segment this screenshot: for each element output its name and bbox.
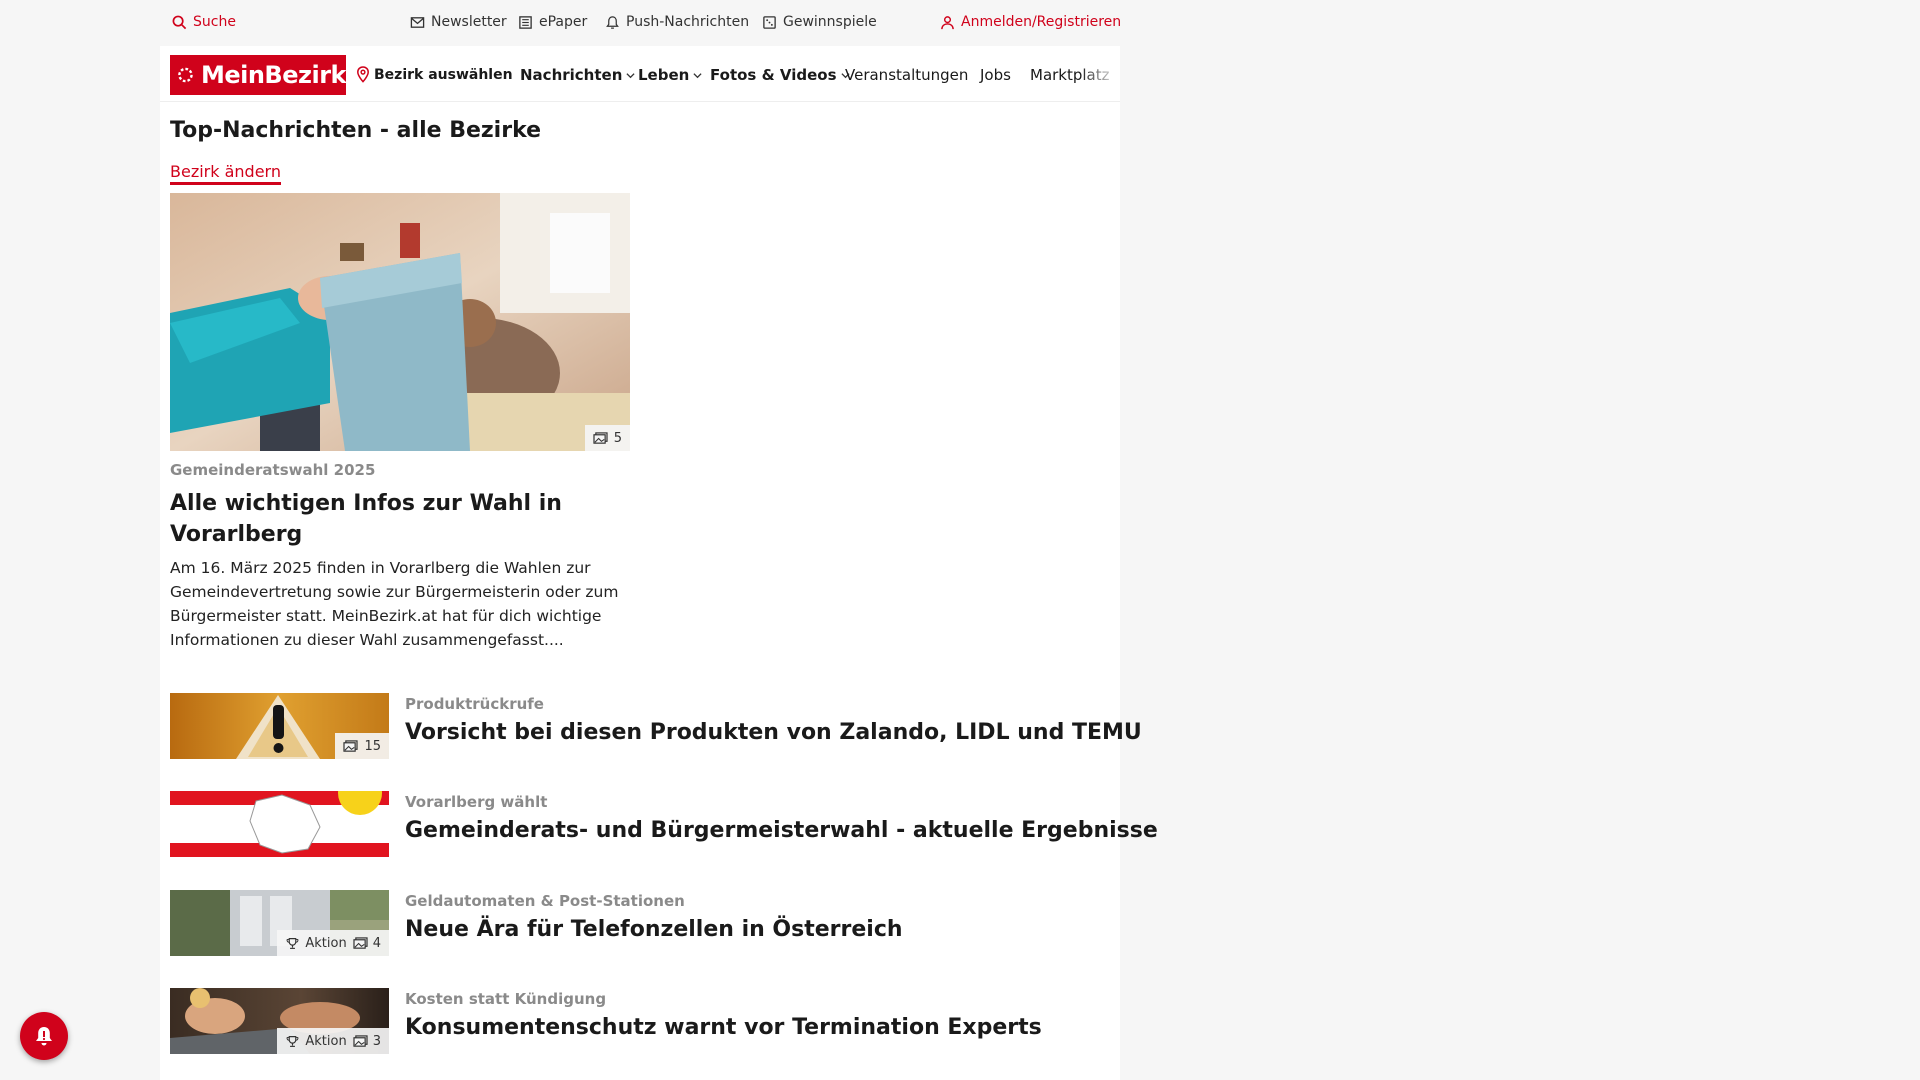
- nav-item-label: Leben: [638, 66, 690, 84]
- list-item[interactable]: Aktion 4 Geldautomaten & Post-Stationen …: [170, 890, 1100, 956]
- logo[interactable]: MeinBezirk: [170, 55, 347, 95]
- nav-fade: [1080, 46, 1120, 101]
- article-badges: Aktion 4: [277, 930, 389, 956]
- nav-item-nachrichten[interactable]: Nachrichten: [520, 66, 635, 84]
- aktion-label: Aktion: [305, 1033, 347, 1049]
- article-category[interactable]: Vorarlberg wählt: [405, 793, 547, 811]
- district-select-label: Bezirk auswählen: [374, 66, 513, 83]
- search-label: Suche: [193, 14, 236, 30]
- article-title[interactable]: Neue Ära für Telefonzellen in Österreich: [405, 917, 903, 942]
- article-thumbnail[interactable]: Aktion 4: [170, 890, 389, 956]
- bell-icon: [36, 1027, 52, 1046]
- thumb-photo: [170, 791, 389, 857]
- section-title: Top-Nachrichten - alle Bezirke: [170, 118, 542, 143]
- nav-item-label: Nachrichten: [520, 66, 623, 84]
- article-title[interactable]: Gemeinderats- und Bürgermeisterwahl - ak…: [405, 818, 1158, 843]
- nav-item-veranstaltungen[interactable]: Veranstaltungen: [845, 66, 968, 84]
- gift-icon: [763, 15, 776, 29]
- aktion-badge: Aktion: [285, 935, 347, 951]
- trophy-icon: [286, 1035, 299, 1047]
- login-label: Anmelden/Registrieren: [961, 14, 1122, 30]
- newspaper-icon: [519, 15, 532, 29]
- district-select[interactable]: Bezirk auswählen: [356, 66, 513, 83]
- bell-icon: [606, 15, 619, 29]
- push-link[interactable]: Push-Nachrichten: [605, 14, 749, 30]
- mail-icon: [410, 16, 425, 28]
- article-thumbnail[interactable]: 15: [170, 693, 389, 759]
- login-link[interactable]: Anmelden/Registrieren: [940, 14, 1121, 30]
- epaper-link[interactable]: ePaper: [518, 14, 587, 30]
- hero-image[interactable]: 5: [170, 193, 630, 451]
- page-column: Suche Newsletter ePaper Push-Nachrichten…: [160, 0, 1158, 1080]
- article-thumbnail[interactable]: [170, 791, 389, 857]
- article-badges: Aktion 3: [277, 1028, 389, 1054]
- image-count-badge: 3: [353, 1034, 381, 1049]
- search-icon: [172, 15, 187, 29]
- hero-teaser: Am 16. März 2025 finden in Vorarlberg di…: [170, 559, 619, 649]
- hero-photo: [170, 193, 630, 451]
- image-count-badge: 5: [584, 425, 630, 451]
- utility-bar: Suche Newsletter ePaper Push-Nachrichten…: [160, 0, 1121, 46]
- image-count: 3: [372, 1033, 381, 1049]
- trophy-icon: [286, 937, 299, 949]
- gallery-icon: [593, 431, 608, 444]
- newsletter-label: Newsletter: [431, 14, 507, 30]
- aktion-label: Aktion: [305, 935, 347, 951]
- article-title[interactable]: Konsumentenschutz warnt vor Termination …: [405, 1015, 1042, 1040]
- main-navigation: MeinBezirk Bezirk auswählen Nachrichten …: [160, 46, 1120, 102]
- logo-text: MeinBezirk: [200, 61, 347, 89]
- search-link[interactable]: Suche: [172, 14, 236, 30]
- newsletter-link[interactable]: Newsletter: [410, 14, 507, 30]
- push-label: Push-Nachrichten: [626, 14, 750, 30]
- chevron-down-icon: [693, 72, 702, 78]
- article-category[interactable]: Produktrückrufe: [405, 695, 544, 713]
- nav-item-label: Veranstaltungen: [845, 66, 969, 84]
- image-count: 5: [613, 430, 622, 446]
- gallery-icon: [353, 1034, 368, 1047]
- image-count: 15: [364, 738, 381, 754]
- article-thumbnail[interactable]: Aktion 3: [170, 988, 389, 1054]
- list-item[interactable]: Aktion 3 Kosten statt Kündigung Konsumen…: [170, 988, 1100, 1054]
- hero-title[interactable]: Alle wichtigen Infos zur Wahl in Vorarlb…: [170, 488, 640, 550]
- list-item[interactable]: 15 Produktrückrufe Vorsicht bei diesen P…: [170, 693, 1142, 759]
- nav-item-label: Jobs: [980, 66, 1011, 84]
- list-item[interactable]: Vorarlberg wählt Gemeinderats- und Bürge…: [170, 791, 1158, 857]
- hero-category[interactable]: Gemeinderatswahl 2025: [170, 461, 375, 479]
- article-title[interactable]: Vorsicht bei diesen Produkten von Zaland…: [405, 720, 1142, 745]
- gewinnspiele-label: Gewinnspiele: [783, 14, 877, 30]
- gewinnspiele-link[interactable]: Gewinnspiele: [762, 14, 877, 30]
- nav-item-jobs[interactable]: Jobs: [980, 66, 1011, 84]
- user-icon: [941, 15, 954, 29]
- nav-item-fotos-videos[interactable]: Fotos & Videos: [710, 66, 850, 84]
- gallery-icon: [353, 936, 368, 949]
- nav-item-leben[interactable]: Leben: [638, 66, 702, 84]
- chevron-down-icon: [626, 72, 635, 78]
- aktion-badge: Aktion: [285, 1033, 347, 1049]
- image-count: 4: [372, 935, 381, 951]
- article-category[interactable]: Kosten statt Kündigung: [405, 990, 606, 1008]
- image-count-badge: 15: [335, 733, 389, 759]
- map-pin-icon: [357, 66, 369, 83]
- article-category[interactable]: Geldautomaten & Post-Stationen: [405, 892, 685, 910]
- logo-mark-icon: [178, 67, 193, 83]
- epaper-label: ePaper: [539, 14, 588, 30]
- notification-bell-button[interactable]: [20, 1012, 68, 1060]
- image-count-badge: 4: [353, 936, 381, 951]
- nav-item-label: Fotos & Videos: [710, 66, 837, 84]
- gallery-icon: [343, 739, 359, 752]
- change-district-link[interactable]: Bezirk ändern: [170, 162, 281, 185]
